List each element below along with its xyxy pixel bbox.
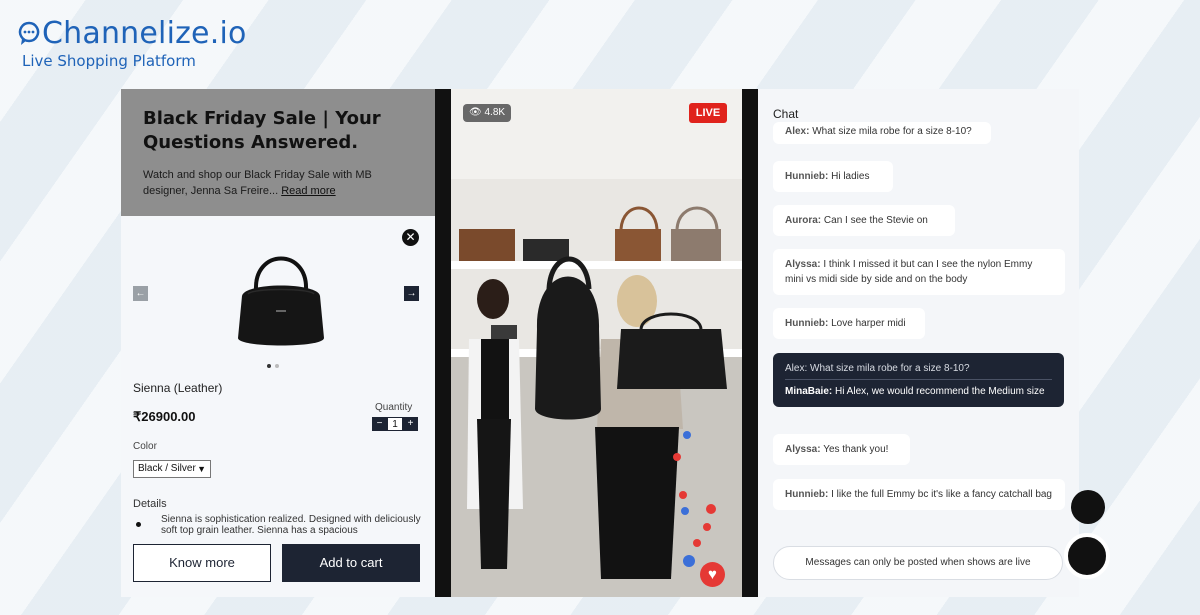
color-select[interactable]: Black / Silver ▼: [133, 460, 211, 478]
chat-text: I like the full Emmy bc it's like a fanc…: [831, 489, 1052, 500]
viewer-count-text: 4.8K: [484, 107, 506, 118]
read-more-link[interactable]: Read more: [281, 185, 335, 197]
chat-user: MinaBaie:: [785, 386, 833, 397]
quantity-stepper: − 1 +: [372, 417, 418, 431]
chat-message: Alex: What size mila robe for a size 8-1…: [773, 122, 991, 144]
live-badge: LIVE: [689, 103, 727, 123]
chat-text: Hi Alex, we would recommend the Medium s…: [835, 386, 1045, 397]
chat-user: Hunnieb:: [785, 318, 829, 329]
add-to-cart-button[interactable]: Add to cart: [282, 544, 420, 582]
chat-message: Hunnieb: Love harper midi: [773, 308, 925, 339]
product-name: Sienna (Leather): [133, 381, 223, 395]
chat-message: Aurora: Can I see the Stevie on: [773, 205, 955, 236]
product-panel: Black Friday Sale | Your Questions Answe…: [121, 89, 435, 597]
chat-user: Hunnieb:: [785, 171, 829, 182]
chat-message: Alyssa: I think I missed it but can I se…: [773, 249, 1065, 295]
chat-bubble-icon: [18, 21, 40, 45]
chat-message: Alyssa: Yes thank you!: [773, 434, 910, 465]
brand-tagline: Live Shopping Platform: [22, 52, 196, 70]
carousel-dot[interactable]: [267, 364, 271, 368]
show-description-text: Watch and shop our Black Friday Sale wit…: [143, 169, 372, 197]
heart-icon[interactable]: ♥: [700, 562, 725, 587]
brand-logo: Channelize.io Live Shopping Platform: [18, 18, 247, 70]
chat-text: I think I missed it but can I see the ny…: [785, 259, 1033, 285]
chat-text: Can I see the Stevie on: [823, 215, 928, 226]
video-frame: [451, 89, 742, 597]
caret-down-icon: ▼: [197, 464, 206, 474]
chat-text: Love harper midi: [831, 318, 906, 329]
chat-user: Alex:: [785, 126, 810, 137]
floating-chat-button[interactable]: [1064, 533, 1110, 579]
color-label: Color: [133, 441, 157, 452]
chat-user: Aurora:: [785, 215, 822, 226]
chat-text: Yes thank you!: [823, 444, 889, 455]
show-title: Black Friday Sale | Your Questions Answe…: [143, 108, 381, 153]
chat-title: Chat: [773, 107, 799, 121]
chat-user: Alyssa:: [785, 444, 821, 455]
chat-user: Alyssa:: [785, 259, 821, 270]
chat-text: What size mila robe for a size 8-10?: [812, 126, 972, 137]
close-icon[interactable]: ✕: [402, 229, 419, 246]
carousel-next-button[interactable]: →: [404, 286, 419, 301]
quantity-decrease-button[interactable]: −: [372, 417, 387, 431]
chat-message: Hunnieb: I like the full Emmy bc it's li…: [773, 479, 1065, 510]
quantity-increase-button[interactable]: +: [403, 417, 418, 431]
quoted-message: Alex: What size mila robe for a size 8-1…: [785, 361, 1052, 380]
product-price: ₹26900.00: [133, 409, 196, 424]
chat-text: Hi ladies: [831, 171, 870, 182]
show-header: Black Friday Sale | Your Questions Answe…: [121, 89, 435, 217]
bullet-icon: [136, 522, 141, 527]
carousel-dot[interactable]: [275, 364, 279, 368]
show-description: Watch and shop our Black Friday Sale wit…: [143, 167, 413, 199]
product-image: [238, 256, 324, 346]
quantity-value[interactable]: 1: [387, 417, 403, 431]
brand-name: Channelize.io: [42, 16, 247, 51]
chat-input[interactable]: Messages can only be posted when shows a…: [773, 546, 1063, 580]
carousel-dots: [267, 364, 279, 368]
host-reply-message: Alex: What size mila robe for a size 8-1…: [773, 353, 1064, 407]
chat-message: Hunnieb: Hi ladies: [773, 161, 893, 192]
chat-user: Hunnieb:: [785, 489, 829, 500]
details-text: Sienna is sophistication realized. Desig…: [161, 514, 421, 536]
quantity-label: Quantity: [375, 402, 413, 413]
live-video[interactable]: 👁 4.8K LIVE ♥: [435, 89, 758, 597]
details-label: Details: [133, 498, 167, 510]
product-card: ✕ ← → Sienna (Leather) ₹26900.00 Quantit…: [121, 216, 435, 597]
color-select-value: Black / Silver: [138, 463, 196, 474]
know-more-button[interactable]: Know more: [133, 544, 271, 582]
chat-panel: Chat Alex: What size mila robe for a siz…: [758, 89, 1079, 597]
floating-action-button[interactable]: [1071, 490, 1105, 524]
viewer-count: 👁 4.8K: [463, 104, 512, 122]
eye-icon: 👁: [469, 107, 485, 118]
carousel-prev-button[interactable]: ←: [133, 286, 148, 301]
